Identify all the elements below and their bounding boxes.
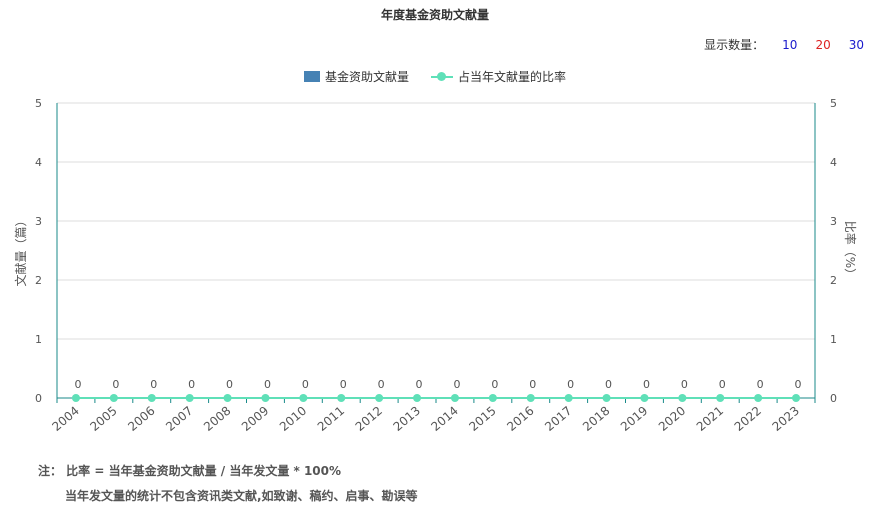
x-tick-label: 2018 xyxy=(580,404,612,434)
x-tick-label: 2015 xyxy=(466,404,498,434)
x-tick-label: 2009 xyxy=(239,404,271,434)
y-axis-title: 文献量（篇） xyxy=(13,214,28,286)
data-label: 0 xyxy=(74,378,81,391)
ratio-point xyxy=(223,394,232,402)
data-label: 0 xyxy=(453,378,460,391)
data-label: 0 xyxy=(340,378,347,391)
ratio-point xyxy=(716,394,725,402)
chart-plot: 0 1 2 3 4 5 0 1 2 3 4 5 2004 2005 2006 2007 2008 2009 2010… xyxy=(13,97,858,434)
chart-notes: 注： 比率 = 当年基金资助文献量 / 当年发文量 * 100% 当年发文量的统… xyxy=(38,459,418,509)
x-tick-label: 2016 xyxy=(504,404,536,434)
y2-tick-label: 3 xyxy=(830,215,837,228)
data-label: 0 xyxy=(643,378,650,391)
ratio-point xyxy=(602,394,611,402)
note-exclusion: 当年发文量的统计不包含资讯类文献,如致谢、稿约、启事、勘误等 xyxy=(65,489,418,503)
x-tick-label: 2012 xyxy=(353,404,385,434)
x-tick-label: 2006 xyxy=(125,404,157,434)
y2-tick-label: 1 xyxy=(830,333,837,346)
ratio-point xyxy=(375,394,384,402)
data-label: 0 xyxy=(150,378,157,391)
ratio-point xyxy=(450,394,459,402)
y-tick-label: 1 xyxy=(35,333,42,346)
data-label: 0 xyxy=(719,378,726,391)
y-tick-label: 3 xyxy=(35,215,42,228)
y2-tick-label: 5 xyxy=(830,97,837,110)
ratio-point xyxy=(564,394,573,402)
ratio-point xyxy=(147,394,156,402)
data-label: 0 xyxy=(567,378,574,391)
y2-axis-title: 比率（%） xyxy=(843,221,858,280)
ratio-point xyxy=(337,394,346,402)
y2-tick-label: 0 xyxy=(830,392,837,405)
data-label: 0 xyxy=(302,378,309,391)
x-tick-label: 2022 xyxy=(732,404,764,434)
ratio-point xyxy=(640,394,649,402)
ratio-point xyxy=(754,394,763,402)
y-tick-label: 2 xyxy=(35,274,42,287)
x-tick-label: 2020 xyxy=(656,404,688,434)
x-tick-label: 2019 xyxy=(618,404,650,434)
x-tick-label: 2013 xyxy=(391,404,423,434)
ratio-point xyxy=(109,394,118,402)
x-tick-label: 2007 xyxy=(163,404,195,434)
data-label: 0 xyxy=(681,378,688,391)
ratio-point xyxy=(526,394,535,402)
x-tick-label: 2021 xyxy=(694,404,726,434)
x-tick-label: 2014 xyxy=(428,404,460,434)
x-tick-label: 2005 xyxy=(87,404,119,434)
y2-tick-label: 2 xyxy=(830,274,837,287)
ratio-point xyxy=(185,394,194,402)
data-label: 0 xyxy=(795,378,802,391)
data-label: 0 xyxy=(226,378,233,391)
data-label: 0 xyxy=(188,378,195,391)
data-label: 0 xyxy=(757,378,764,391)
data-label: 0 xyxy=(378,378,385,391)
x-tick-label: 2023 xyxy=(770,404,802,434)
note-ratio-formula: 注： 比率 = 当年基金资助文献量 / 当年发文量 * 100% xyxy=(38,464,342,478)
ratio-point xyxy=(413,394,422,402)
data-label: 0 xyxy=(416,378,423,391)
x-tick-label: 2008 xyxy=(201,404,233,434)
ratio-point xyxy=(261,394,270,402)
ratio-point xyxy=(678,394,687,402)
x-tick-label: 2017 xyxy=(542,404,574,434)
ratio-point xyxy=(488,394,497,402)
x-tick-label: 2004 xyxy=(49,404,81,434)
data-label: 0 xyxy=(529,378,536,391)
data-label: 0 xyxy=(491,378,498,391)
ratio-point xyxy=(299,394,308,402)
y-tick-label: 0 xyxy=(35,392,42,405)
y-tick-label: 4 xyxy=(35,156,42,169)
x-tick-label: 2010 xyxy=(277,404,309,434)
data-label: 0 xyxy=(264,378,271,391)
ratio-point xyxy=(792,394,801,402)
y2-tick-label: 4 xyxy=(830,156,837,169)
data-label: 0 xyxy=(112,378,119,391)
data-label: 0 xyxy=(605,378,612,391)
ratio-point xyxy=(71,394,80,402)
x-tick-label: 2011 xyxy=(315,404,347,434)
y-tick-label: 5 xyxy=(35,97,42,110)
